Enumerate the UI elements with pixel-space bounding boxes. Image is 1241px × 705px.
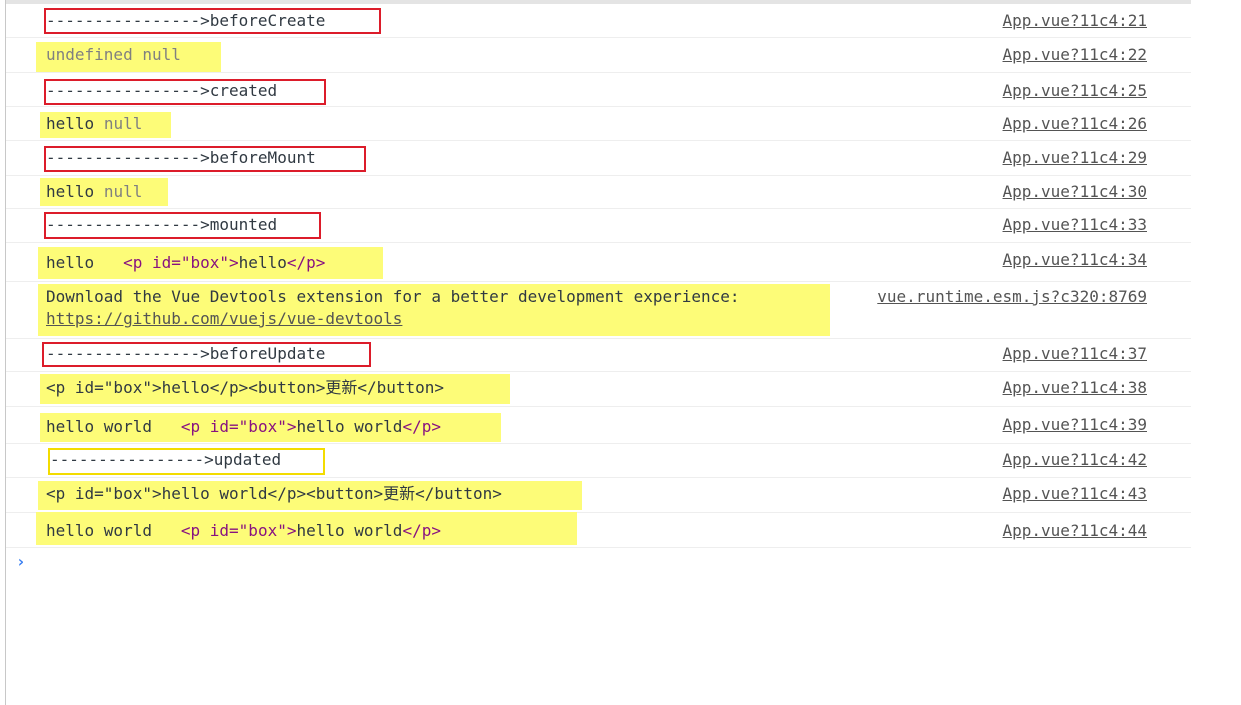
source-link[interactable]: App.vue?11c4:43	[1003, 484, 1148, 504]
console-message-hello-world-element: hello world <p id="box">hello world</p> …	[6, 512, 1191, 548]
element-close-tag: </p>	[286, 253, 326, 272]
element-text: hello world	[296, 417, 403, 436]
source-link[interactable]: App.vue?11c4:25	[1003, 81, 1148, 101]
log-text: <p id="box">hello</p><button>更新</button>	[46, 378, 445, 397]
source-link[interactable]: App.vue?11c4:42	[1003, 450, 1148, 470]
console-message-created: ---------------->created App.vue?11c4:25	[6, 73, 1191, 107]
element-open-tag[interactable]: <p id="box">	[181, 417, 297, 436]
element-close-tag: </p>	[402, 521, 441, 540]
console-message-before-create: ---------------->beforeCreate App.vue?11…	[6, 4, 1191, 38]
log-text: hello world <p id="box">hello world</p>	[46, 417, 441, 437]
element-open-tag[interactable]: <p id="box">	[123, 253, 239, 272]
log-value-null: null	[142, 45, 181, 64]
console-message-html-after: <p id="box">hello world</p><button>更新</b…	[6, 478, 1191, 513]
console-message-hello-element: hello <p id="box">hello</p> App.vue?11c4…	[6, 243, 1191, 282]
source-link[interactable]: App.vue?11c4:38	[1003, 378, 1148, 398]
log-value-null: null	[103, 182, 143, 201]
devtools-message-text: Download the Vue Devtools extension for …	[46, 287, 740, 306]
log-text: ---------------->mounted	[46, 215, 278, 234]
element-open-tag[interactable]: <p id="box">	[181, 521, 297, 540]
source-link[interactable]: App.vue?11c4:34	[1003, 250, 1148, 270]
log-text: ---------------->updated	[50, 450, 282, 469]
source-link[interactable]: vue.runtime.esm.js?c320:8769	[877, 287, 1147, 307]
element-close-tag: </p>	[402, 417, 441, 436]
source-link[interactable]: App.vue?11c4:39	[1003, 415, 1148, 435]
source-link[interactable]: App.vue?11c4:21	[1003, 11, 1148, 31]
log-text: ---------------->beforeCreate	[46, 11, 326, 30]
console-message-undefined-null: undefined null App.vue?11c4:22	[6, 38, 1191, 73]
console-message-before-mount: ---------------->beforeMount App.vue?11c…	[6, 141, 1191, 176]
log-text: hello null	[46, 114, 142, 134]
source-link[interactable]: App.vue?11c4:30	[1003, 182, 1148, 202]
log-text: undefined null	[46, 45, 181, 65]
source-link[interactable]: App.vue?11c4:22	[1003, 45, 1148, 65]
log-text: <p id="box">hello world</p><button>更新</b…	[46, 484, 502, 503]
console-message-html-before: <p id="box">hello</p><button>更新</button>…	[6, 372, 1191, 407]
source-link[interactable]: App.vue?11c4:26	[1003, 114, 1148, 134]
log-value-hello: hello	[46, 253, 95, 272]
log-value-null: null	[103, 114, 143, 133]
console-message-mounted: ---------------->mounted App.vue?11c4:33	[6, 209, 1191, 243]
log-text: ---------------->created	[46, 81, 278, 100]
element-text: hello world	[296, 521, 403, 540]
console-message-hello-null: hello null App.vue?11c4:30	[6, 176, 1191, 209]
console-message-devtools: Download the Vue Devtools extension for …	[6, 282, 1191, 339]
console-prompt-chevron-icon[interactable]: ›	[16, 552, 26, 571]
console-message-hello-world-element: hello world <p id="box">hello world</p> …	[6, 407, 1191, 444]
log-value-hello-world: hello world	[46, 417, 152, 436]
source-link[interactable]: App.vue?11c4:37	[1003, 344, 1148, 364]
console-message-updated: ---------------->updated App.vue?11c4:42	[6, 444, 1191, 478]
log-text: hello <p id="box">hello</p>	[46, 253, 325, 273]
console-message-hello-null: hello null App.vue?11c4:26	[6, 107, 1191, 141]
log-value-hello-world: hello world	[46, 521, 152, 540]
element-text: hello	[238, 253, 287, 272]
console-message-before-update: ---------------->beforeUpdate App.vue?11…	[6, 339, 1191, 372]
log-value-hello: hello	[46, 114, 95, 133]
log-text: hello null	[46, 182, 142, 202]
log-text: ---------------->beforeMount	[46, 148, 316, 167]
source-link[interactable]: App.vue?11c4:33	[1003, 215, 1148, 235]
log-text: ---------------->beforeUpdate	[46, 344, 326, 363]
log-value-hello: hello	[46, 182, 95, 201]
log-value-undefined: undefined	[46, 45, 133, 64]
devtools-github-link[interactable]: https://github.com/vuejs/vue-devtools	[46, 309, 402, 329]
source-link[interactable]: App.vue?11c4:29	[1003, 148, 1148, 168]
source-link[interactable]: App.vue?11c4:44	[1003, 521, 1148, 541]
log-text: hello world <p id="box">hello world</p>	[46, 521, 441, 541]
